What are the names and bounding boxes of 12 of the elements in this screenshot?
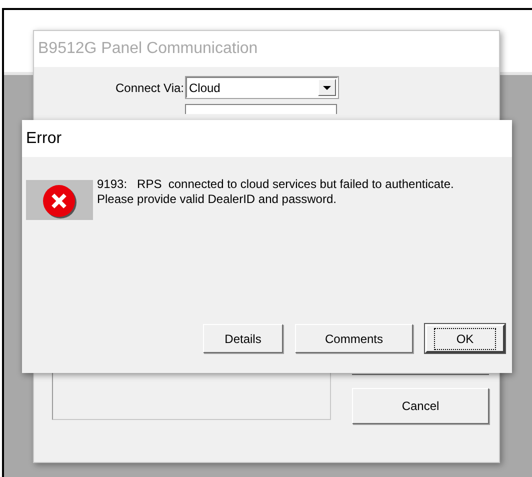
error-message: 9193: RPS connected to cloud services but failed to authenticate. Please provide valid DealerID and password. — [97, 177, 454, 208]
connect-via-dropdown[interactable]: Cloud — [186, 77, 338, 98]
comments-button[interactable]: Comments — [295, 324, 413, 353]
dropdown-arrow-icon — [323, 86, 331, 90]
details-button[interactable]: Details — [203, 324, 283, 353]
ok-button[interactable]: OK — [425, 324, 505, 353]
error-icon — [42, 184, 78, 220]
field-label: Connect Via: — [114, 80, 185, 94]
window-title: B9512G Panel Communication — [34, 31, 499, 67]
input-field[interactable] — [185, 104, 337, 114]
cancel-button[interactable]: Cancel — [352, 388, 489, 424]
dialog-title: Error — [22, 120, 512, 157]
